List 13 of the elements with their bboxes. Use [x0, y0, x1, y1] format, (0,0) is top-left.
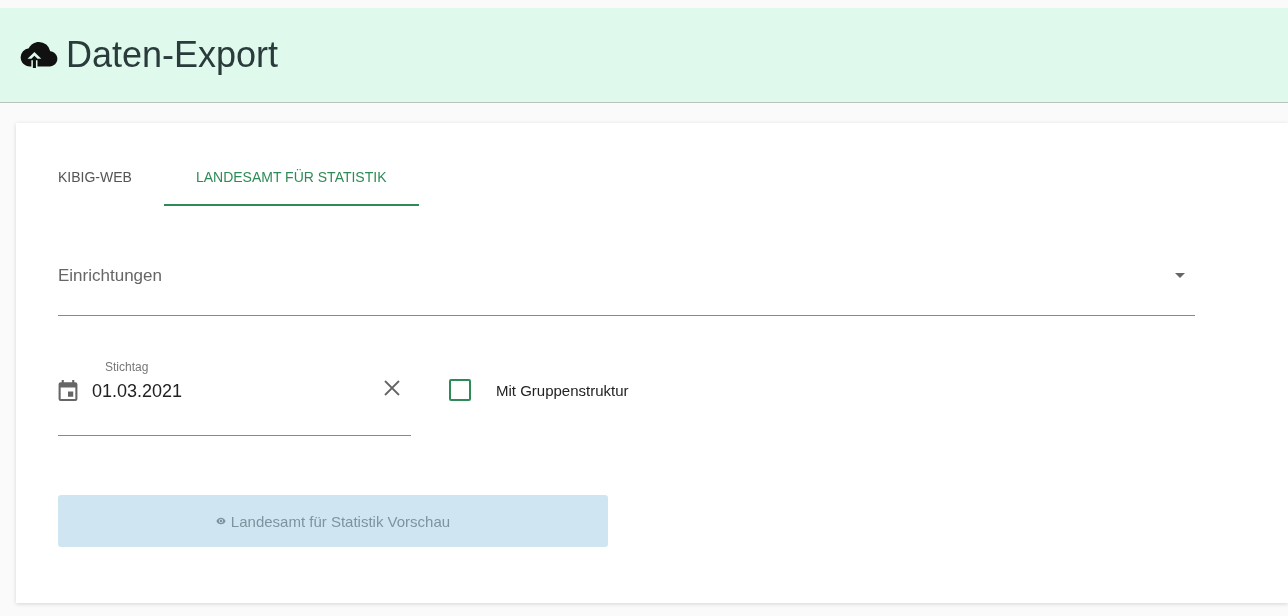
date-field[interactable]: Stichtag 01.03.2021: [58, 344, 411, 436]
calendar-icon: [58, 378, 78, 401]
tab[interactable]: LANDESAMT FÜR STATISTIK: [163, 149, 419, 206]
date-value: 01.03.2021: [92, 381, 183, 402]
page-title: Daten-Export: [66, 34, 279, 76]
checkbox[interactable]: [449, 379, 471, 401]
cloud-upload-icon: [20, 42, 58, 68]
field-label: Stichtag: [105, 360, 149, 374]
checkbox-label: Mit Gruppenstruktur: [496, 381, 629, 399]
caret-icon: [1175, 273, 1185, 278]
facilities-dropdown[interactable]: Einrichtungen: [58, 236, 1195, 316]
tab[interactable]: KIBIG-WEB: [58, 149, 164, 206]
eye-icon: [215, 517, 226, 525]
